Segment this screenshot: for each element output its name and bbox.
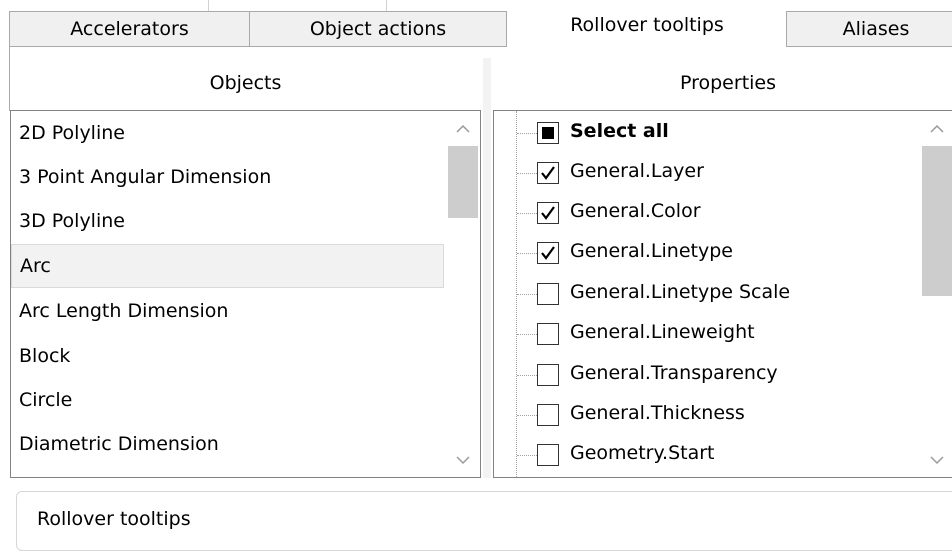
tab-baseline	[9, 46, 507, 47]
chevron-up-icon[interactable]	[446, 111, 480, 145]
list-item-label: Block	[19, 345, 71, 367]
tree-item-label: General.Linetype	[570, 240, 733, 262]
list-item-label: Arc Length Dimension	[19, 300, 229, 322]
checkbox-checked[interactable]	[537, 242, 559, 264]
list-item[interactable]: Circle	[11, 378, 445, 422]
tab-divider	[386, 0, 387, 11]
objects-header: Objects	[209, 72, 282, 94]
tab-divider	[208, 0, 209, 11]
objects-list[interactable]: 2D Polyline 3 Point Angular Dimension 3D…	[10, 110, 481, 478]
list-item-label: 3 Point Angular Dimension	[19, 166, 272, 188]
list-item-label: Circle	[19, 389, 73, 411]
tree-item-label: General.Color	[570, 200, 701, 222]
checkmark-icon	[541, 166, 555, 180]
tab-rollover-tooltips[interactable]: Rollover tooltips	[507, 0, 787, 48]
tree-item-label: Select all	[570, 120, 669, 142]
tab-label: Accelerators	[70, 18, 189, 40]
list-item[interactable]: Diametric Dimension	[11, 422, 445, 466]
tab-baseline	[786, 46, 952, 47]
list-item[interactable]: 3 Point Angular Dimension	[11, 155, 445, 199]
tab-aliases[interactable]: Aliases	[786, 11, 952, 47]
checkbox-checked[interactable]	[537, 162, 559, 184]
tree-item[interactable]: General.Thickness	[494, 395, 914, 435]
chevron-down-icon[interactable]	[920, 443, 952, 477]
list-item-label: Arc	[20, 255, 51, 277]
tab-label: Object actions	[309, 18, 447, 40]
checkbox-unchecked[interactable]	[537, 444, 559, 466]
list-item-label: 2D Polyline	[19, 122, 125, 144]
group-title: Rollover tooltips	[37, 508, 191, 530]
checkbox-unchecked[interactable]	[537, 283, 559, 305]
panel-splitter[interactable]	[483, 58, 491, 478]
checkbox-indeterminate[interactable]	[537, 122, 559, 144]
list-item[interactable]: Block	[11, 334, 445, 378]
list-item-selected[interactable]: Arc	[11, 244, 444, 288]
scroll-thumb[interactable]	[922, 146, 952, 296]
tab-label: Aliases	[842, 18, 910, 40]
chevron-down-icon[interactable]	[446, 443, 480, 477]
checkbox-unchecked[interactable]	[537, 404, 559, 426]
tree-item-label: General.Linetype Scale	[570, 281, 791, 303]
properties-header: Properties	[679, 72, 777, 94]
tree-item-label: General.Transparency	[570, 362, 778, 384]
tree-item[interactable]: Geometry.Start	[494, 435, 914, 475]
list-item-label: 3D Polyline	[19, 210, 125, 232]
tree-item-label: General.Lineweight	[570, 321, 755, 343]
tree-item[interactable]: General.Linetype Scale	[494, 274, 914, 314]
checkbox-checked[interactable]	[537, 202, 559, 224]
checkbox-unchecked[interactable]	[537, 364, 559, 386]
tree-item-select-all[interactable]: Select all	[494, 113, 914, 153]
tree-item[interactable]: General.Layer	[494, 153, 914, 193]
properties-tree[interactable]: Select all General.Layer General.Color G…	[493, 110, 952, 478]
tree-item[interactable]: General.Color	[494, 193, 914, 233]
tree-item[interactable]: General.Lineweight	[494, 314, 914, 354]
chevron-up-icon[interactable]	[920, 111, 952, 145]
tab-label: Rollover tooltips	[570, 14, 724, 36]
checkmark-icon	[541, 246, 555, 260]
list-item[interactable]: 2D Polyline	[11, 111, 445, 155]
tab-accelerators[interactable]: Accelerators	[9, 11, 250, 47]
tab-object-actions[interactable]: Object actions	[249, 11, 507, 47]
objects-scrollbar[interactable]	[446, 111, 480, 477]
tree-item-label: General.Layer	[570, 160, 704, 182]
list-item[interactable]: 3D Polyline	[11, 199, 445, 243]
checkbox-unchecked[interactable]	[537, 323, 559, 345]
tree-item[interactable]: General.Linetype	[494, 233, 914, 273]
checkmark-icon	[541, 206, 555, 220]
list-item-label: Diametric Dimension	[19, 433, 219, 455]
scroll-thumb[interactable]	[448, 146, 478, 218]
list-item[interactable]: Arc Length Dimension	[11, 289, 445, 333]
tree-item-label: General.Thickness	[570, 402, 745, 424]
properties-scrollbar[interactable]	[920, 111, 952, 477]
tree-item-label: Geometry.Start	[570, 442, 715, 464]
tree-item[interactable]: General.Transparency	[494, 355, 914, 395]
